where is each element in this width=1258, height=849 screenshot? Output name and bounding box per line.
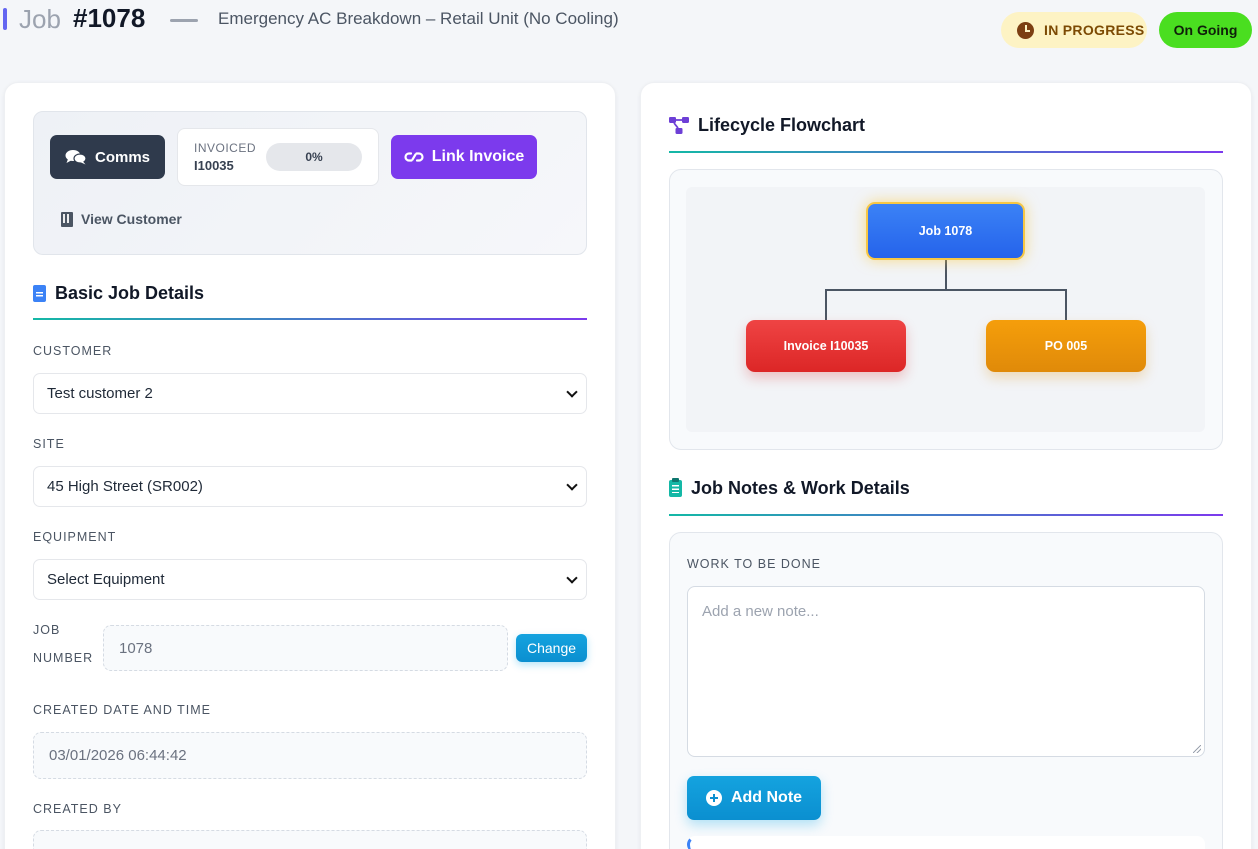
comms-button[interactable]: Comms bbox=[50, 135, 165, 179]
new-note-textarea[interactable]: Add a new note... bbox=[687, 586, 1205, 757]
site-label: SITE bbox=[33, 437, 65, 451]
equipment-select[interactable]: Select Equipment bbox=[33, 559, 587, 600]
page-header: Job #1078 Emergency AC Breakdown – Retai… bbox=[0, 0, 1258, 60]
title-separator bbox=[170, 19, 198, 22]
job-word: Job bbox=[19, 4, 61, 34]
connector-line bbox=[1065, 289, 1067, 320]
flow-node-invoice[interactable]: Invoice I10035 bbox=[746, 320, 906, 372]
connector-line bbox=[825, 289, 827, 320]
invoice-progress-value: 0% bbox=[305, 150, 323, 164]
chevron-down-icon bbox=[566, 572, 578, 584]
lifecycle-title-text: Lifecycle Flowchart bbox=[698, 115, 866, 135]
flowchart-icon bbox=[669, 117, 689, 134]
created-by-field bbox=[33, 830, 587, 849]
building-icon bbox=[61, 211, 73, 227]
job-notes-title-text: Job Notes & Work Details bbox=[691, 478, 910, 498]
notes-loading-indicator bbox=[687, 836, 1205, 849]
change-button-label: Change bbox=[526, 640, 577, 656]
status-badge-label: IN PROGRESS bbox=[1044, 22, 1145, 38]
equipment-select-value: Select Equipment bbox=[47, 571, 165, 588]
status-badge: IN PROGRESS bbox=[1001, 12, 1147, 48]
job-number-label-line1: JOB bbox=[33, 623, 61, 637]
invoiced-card: INVOICED I10035 0% bbox=[177, 128, 379, 186]
site-select-value: 45 High Street (SR002) bbox=[47, 478, 203, 495]
basic-details-title: Basic Job Details bbox=[33, 283, 204, 304]
chevron-down-icon bbox=[566, 479, 578, 491]
clipboard-icon bbox=[669, 478, 682, 497]
lifecycle-title: Lifecycle Flowchart bbox=[669, 115, 865, 136]
job-number-label-line2: NUMBER bbox=[33, 651, 94, 665]
flow-node-job[interactable]: Job 1078 bbox=[866, 202, 1025, 260]
section-divider bbox=[669, 514, 1223, 516]
link-invoice-button[interactable]: Link Invoice bbox=[391, 135, 537, 179]
title-accent-bar bbox=[3, 8, 7, 30]
created-date-field: 03/01/2026 06:44:42 bbox=[33, 732, 587, 779]
comments-icon bbox=[65, 150, 87, 165]
invoice-number: I10035 bbox=[194, 158, 234, 173]
job-number-field[interactable]: 1078 bbox=[103, 625, 508, 671]
phase-badge: On Going bbox=[1159, 12, 1252, 48]
created-date-value: 03/01/2026 06:44:42 bbox=[49, 747, 187, 764]
equipment-label: EQUIPMENT bbox=[33, 530, 117, 544]
job-subtitle: Emergency AC Breakdown – Retail Unit (No… bbox=[218, 9, 619, 28]
customer-select[interactable]: Test customer 2 bbox=[33, 373, 587, 414]
invoice-progress-bar: 0% bbox=[266, 143, 362, 171]
comms-button-label: Comms bbox=[94, 148, 150, 166]
add-note-button[interactable]: Add Note bbox=[687, 776, 821, 820]
basic-details-title-text: Basic Job Details bbox=[55, 283, 205, 303]
view-customer-label: View Customer bbox=[81, 211, 182, 227]
flow-node-job-label: Job 1078 bbox=[918, 224, 973, 238]
phase-badge-label: On Going bbox=[1173, 22, 1238, 38]
connector-line bbox=[825, 289, 1067, 291]
link-icon bbox=[404, 152, 424, 162]
document-icon bbox=[33, 285, 46, 302]
link-invoice-label: Link Invoice bbox=[431, 148, 525, 165]
customer-select-value: Test customer 2 bbox=[47, 385, 153, 402]
view-customer-link[interactable]: View Customer bbox=[61, 211, 182, 227]
created-date-label: CREATED DATE AND TIME bbox=[33, 703, 211, 717]
created-by-label: CREATED BY bbox=[33, 802, 122, 816]
connector-line bbox=[945, 260, 947, 290]
flow-node-po[interactable]: PO 005 bbox=[986, 320, 1146, 372]
invoiced-label: INVOICED bbox=[194, 141, 257, 155]
plus-circle-icon bbox=[705, 790, 722, 806]
clock-icon bbox=[1017, 21, 1034, 39]
resize-handle-icon[interactable] bbox=[1193, 745, 1201, 753]
work-to-be-done-label: WORK TO BE DONE bbox=[687, 557, 822, 571]
customer-label: CUSTOMER bbox=[33, 344, 113, 358]
job-notes-title: Job Notes & Work Details bbox=[669, 478, 910, 499]
site-select[interactable]: 45 High Street (SR002) bbox=[33, 466, 587, 507]
add-note-label: Add Note bbox=[730, 789, 803, 806]
new-note-placeholder: Add a new note... bbox=[702, 603, 819, 620]
change-job-number-button[interactable]: Change bbox=[516, 634, 587, 662]
flow-node-invoice-label: Invoice I10035 bbox=[783, 339, 869, 353]
flow-node-po-label: PO 005 bbox=[1044, 339, 1088, 353]
chevron-down-icon bbox=[566, 386, 578, 398]
section-divider bbox=[33, 318, 587, 320]
section-divider bbox=[669, 151, 1223, 153]
job-number-title: #1078 bbox=[73, 3, 146, 33]
job-number-value: 1078 bbox=[119, 639, 153, 657]
